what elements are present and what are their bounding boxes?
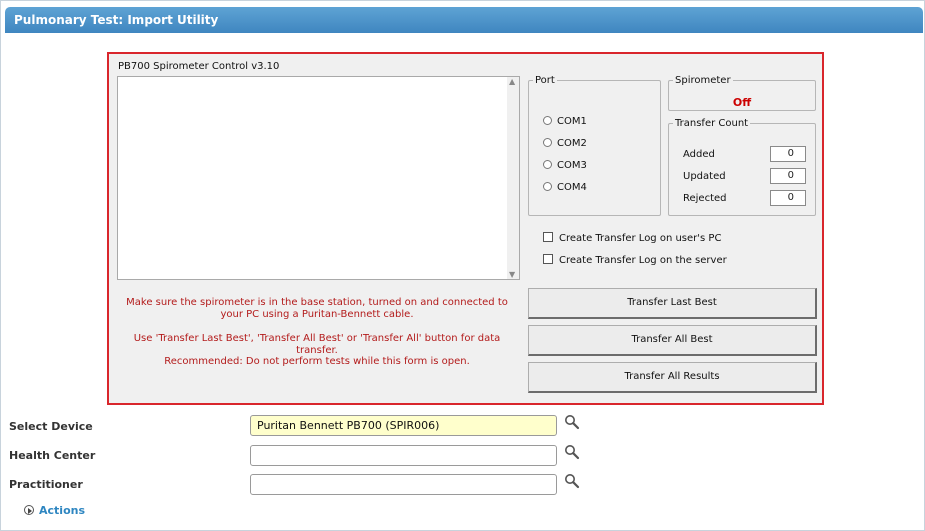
scroll-up-arrow-icon[interactable]: ▲ [509, 77, 515, 86]
transfer-all-best-button[interactable]: Transfer All Best [528, 325, 817, 356]
radio-com3[interactable]: COM3 [543, 160, 587, 171]
transfer-count-legend: Transfer Count [675, 118, 749, 129]
spirometer-control-panel: PB700 Spirometer Control v3.10 ▲ ▼ Make … [107, 52, 824, 405]
spirometer-status: Off [732, 96, 752, 109]
scroll-down-arrow-icon[interactable]: ▼ [509, 270, 515, 279]
practitioner-label: Practitioner [9, 478, 83, 491]
transfer-all-results-button[interactable]: Transfer All Results [528, 362, 817, 393]
radio-button-icon[interactable] [543, 160, 552, 169]
health-center-label: Health Center [9, 449, 96, 462]
transfer-count-group: Transfer Count Added 0 Updated 0 Rejecte… [668, 118, 816, 216]
transfer-log-textbox[interactable]: ▲ ▼ [117, 76, 520, 280]
select-device-input[interactable]: Puritan Bennett PB700 (SPIR006) [250, 415, 557, 436]
transfer-last-best-button[interactable]: Transfer Last Best [528, 288, 817, 319]
search-icon[interactable] [564, 444, 580, 460]
radio-com1[interactable]: COM1 [543, 116, 587, 127]
updated-count: 0 [770, 168, 806, 184]
updated-label: Updated [683, 171, 726, 182]
rejected-count: 0 [770, 190, 806, 206]
select-device-label: Select Device [9, 420, 93, 433]
play-circle-icon[interactable] [24, 505, 34, 515]
port-legend: Port [535, 75, 555, 86]
practitioner-input[interactable] [250, 474, 557, 495]
radio-button-icon[interactable] [543, 116, 552, 125]
search-icon[interactable] [564, 414, 580, 430]
control-title: PB700 Spirometer Control v3.10 [118, 61, 280, 72]
radio-button-icon[interactable] [543, 182, 552, 191]
spirometer-legend: Spirometer [675, 75, 731, 86]
checkbox-icon[interactable] [543, 232, 553, 242]
instruction-transfer-buttons: Use 'Transfer Last Best', 'Transfer All … [133, 333, 501, 356]
checkbox-icon[interactable] [543, 254, 553, 264]
radio-com4[interactable]: COM4 [543, 182, 587, 193]
spirometer-group: Spirometer Off [668, 75, 816, 111]
port-group: Port COM1 COM2 COM3 COM4 [528, 75, 661, 216]
radio-button-icon[interactable] [543, 138, 552, 147]
radio-com2[interactable]: COM2 [543, 138, 587, 149]
checkbox-log-user-pc[interactable]: Create Transfer Log on user's PC [543, 232, 721, 244]
instruction-connect: Make sure the spirometer is in the base … [126, 297, 508, 320]
actions-label: Actions [39, 504, 85, 517]
health-center-input[interactable] [250, 445, 557, 466]
rejected-label: Rejected [683, 193, 727, 204]
added-count: 0 [770, 146, 806, 162]
actions-toggle[interactable]: Actions [24, 504, 85, 517]
checkbox-log-server[interactable]: Create Transfer Log on the server [543, 254, 727, 266]
added-label: Added [683, 149, 715, 160]
search-icon[interactable] [564, 473, 580, 489]
log-scrollbar[interactable]: ▲ ▼ [507, 77, 519, 279]
app-frame: Pulmonary Test: Import Utility PB700 Spi… [0, 0, 925, 531]
window-title: Pulmonary Test: Import Utility [5, 7, 923, 33]
instruction-recommended: Recommended: Do not perform tests while … [164, 356, 470, 367]
